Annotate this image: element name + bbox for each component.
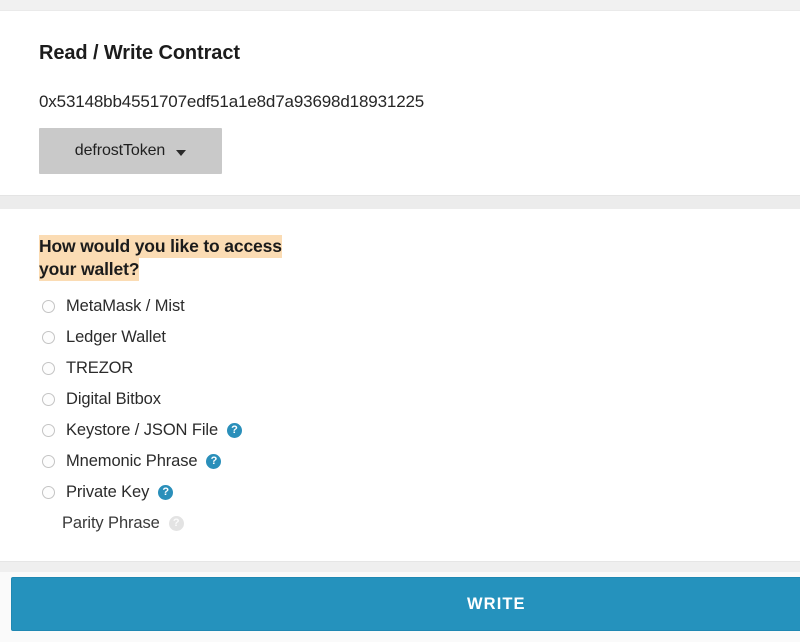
wallet-option-label: MetaMask / Mist — [66, 297, 185, 315]
help-icon: ? — [168, 516, 184, 531]
write-button[interactable]: WRITE — [11, 577, 800, 631]
contract-panel: Read / Write Contract 0x53148bb4551707ed… — [0, 11, 800, 195]
wallet-option-list: MetaMask / Mist Ledger Wallet TREZOR Digita… — [42, 291, 462, 539]
page-root: Read / Write Contract 0x53148bb4551707ed… — [0, 0, 800, 642]
help-icon[interactable]: ? — [227, 423, 243, 438]
wallet-option-3[interactable]: Digital Bitbox — [42, 384, 462, 415]
function-select-label: defrostToken — [74, 142, 166, 159]
wallet-option-label: Mnemonic Phrase — [66, 452, 198, 470]
wallet-option-1[interactable]: Ledger Wallet — [42, 322, 462, 353]
wallet-option-label: Parity Phrase — [62, 514, 160, 532]
wallet-option-label: Keystore / JSON File — [66, 421, 219, 439]
radio-button-icon[interactable] — [42, 331, 55, 344]
top-strip — [0, 0, 800, 11]
contract-address: 0x53148bb4551707edf51a1e8d7a93698d189312… — [39, 92, 425, 111]
wallet-option-label: Digital Bitbox — [66, 390, 161, 408]
wallet-option-7: Parity Phrase? — [42, 508, 462, 539]
page-title: Read / Write Contract — [39, 42, 240, 64]
wallet-option-4[interactable]: Keystore / JSON File? — [42, 415, 462, 446]
wallet-access-panel: How would you like to access your wallet… — [0, 209, 800, 561]
radio-button-icon[interactable] — [42, 455, 55, 468]
radio-button-icon[interactable] — [42, 424, 55, 437]
wallet-option-label: TREZOR — [66, 359, 134, 377]
help-icon[interactable]: ? — [206, 454, 222, 469]
wallet-access-heading-line2: your wallet? — [39, 258, 140, 281]
radio-button-icon[interactable] — [42, 300, 55, 313]
wallet-access-heading-line1: How would you like to access — [39, 235, 282, 258]
radio-button-icon[interactable] — [42, 362, 55, 375]
radio-button-icon[interactable] — [42, 393, 55, 406]
wallet-access-heading: How would you like to access your wallet… — [39, 235, 315, 281]
radio-button-icon[interactable] — [42, 486, 55, 499]
function-select-dropdown[interactable]: defrostToken — [39, 128, 222, 174]
wallet-option-5[interactable]: Mnemonic Phrase? — [42, 446, 462, 477]
wallet-option-6[interactable]: Private Key? — [42, 477, 462, 508]
wallet-option-label: Private Key — [66, 483, 150, 501]
chevron-down-icon — [176, 149, 187, 156]
footer-bar: WRITE — [0, 572, 800, 642]
wallet-option-2[interactable]: TREZOR — [42, 353, 462, 384]
wallet-option-label: Ledger Wallet — [66, 328, 166, 346]
help-icon[interactable]: ? — [158, 485, 174, 500]
wallet-option-0[interactable]: MetaMask / Mist — [42, 291, 462, 322]
